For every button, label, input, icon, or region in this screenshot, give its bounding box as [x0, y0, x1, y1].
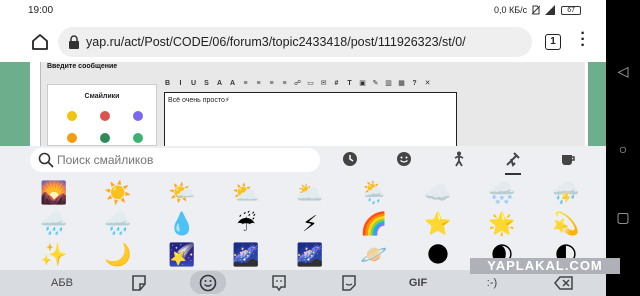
emoji-key[interactable]: 🌌 — [292, 240, 328, 270]
objects-cup-icon[interactable] — [560, 151, 576, 167]
emoji-key[interactable]: 🌧️ — [100, 209, 136, 239]
editor-toolbar-button[interactable]: ✉ — [317, 79, 330, 87]
emoji-grid: 🌄 ☀️ 🌤️ ⛅ 🌥️ 🌦️ ☁️ 🌨️ ⛈️ 🌧️ 🌧️ 💧 ☔ ⚡ 🌈 ⭐ 🌟 💫 ✨ 🌙 🌠 🌌 🌌 🪐 🌑 🌒 🌓 — [36, 178, 602, 270]
backspace-icon[interactable] — [554, 274, 574, 292]
editor-toolbar-button[interactable]: S — [200, 80, 213, 87]
message-textarea[interactable]: Всё очень просто⚡ — [164, 92, 457, 146]
editor-toolbar-button[interactable]: ≡ — [239, 80, 252, 87]
editor-toolbar-button[interactable]: ▥ — [382, 79, 395, 87]
emoji-key[interactable]: ☔ — [228, 209, 264, 239]
emoji-key[interactable]: 🌦️ — [356, 178, 392, 208]
post-form: Введите сообщение Смайлики B I U S A A ≡ ≡ ≡ ≡ ☍ ▭ ✉… — [40, 62, 585, 146]
emoji-key[interactable]: 🌥️ — [292, 178, 328, 208]
emoji-key[interactable]: 🌧️ — [36, 209, 72, 239]
emoji-search-input[interactable] — [57, 153, 307, 167]
emoji-search-field[interactable] — [30, 148, 320, 172]
editor-toolbar-button[interactable]: # — [330, 80, 343, 87]
tab-switcher-button[interactable]: 1 — [545, 34, 561, 50]
active-category-indicator — [505, 173, 521, 175]
emoji-key[interactable]: 💧 — [164, 209, 200, 239]
bitmoji-icon[interactable] — [270, 274, 288, 292]
sticker-face-icon[interactable] — [340, 274, 358, 292]
editor-toolbar-button[interactable]: A — [226, 80, 239, 87]
editor-toolbar-button[interactable]: ▭ — [304, 79, 317, 87]
status-icons: 0,0 КБ/с 67 — [494, 5, 582, 15]
editor-toolbar-button[interactable]: ✎ — [369, 79, 382, 87]
emoji-key[interactable]: ⛈️ — [548, 178, 584, 208]
editor-toolbar-button[interactable]: ▣ — [356, 79, 369, 87]
editor-toolbar-button[interactable]: ✕ — [421, 79, 434, 87]
editor-toolbar-button[interactable]: T — [343, 80, 356, 87]
emoji-key[interactable]: 🌟 — [484, 209, 520, 239]
emoji-key[interactable]: ⭐ — [420, 209, 456, 239]
web-page: Введите сообщение Смайлики B I U S A A ≡ ≡ ≡ ≡ ☍ ▭ ✉… — [0, 62, 606, 146]
editor-toolbar-button[interactable]: ≡ — [265, 80, 278, 87]
home-nav-icon[interactable]: ○ — [614, 140, 632, 158]
emoji-key[interactable]: 🌈 — [356, 209, 392, 239]
smiley-icon[interactable] — [133, 133, 143, 143]
smiley-icon[interactable] — [133, 111, 143, 121]
lock-icon[interactable] — [68, 35, 80, 49]
smiley-icon[interactable] — [100, 133, 110, 143]
watermark: YAPLAKAL.COM — [470, 258, 620, 274]
back-nav-icon[interactable]: ◁ — [614, 62, 632, 80]
no-sim-icon — [532, 5, 541, 15]
travel-places-icon[interactable] — [505, 151, 521, 167]
emoticon-button[interactable]: :-) — [472, 274, 512, 292]
network-speed: 0,0 КБ/с — [494, 5, 528, 15]
editor-toolbar-button[interactable]: U — [187, 80, 200, 87]
smiley-face-icon[interactable] — [396, 151, 412, 167]
phone-screen: 19:00 0,0 КБ/с 67 yap.ru/act/Post/CODE/0… — [0, 0, 606, 296]
emoji-key[interactable]: 🌤️ — [164, 178, 200, 208]
editor-toolbar-button[interactable]: ≡ — [252, 80, 265, 87]
sticker-icon[interactable] — [130, 274, 148, 292]
emoji-key[interactable]: ☀️ — [100, 178, 136, 208]
editor-toolbar: B I U S A A ≡ ≡ ≡ ≡ ☍ ▭ ✉ # T ▣ ✎ ▥ ▦? ✕ — [161, 79, 461, 91]
smiley-panel-heading: Смайлики — [84, 93, 120, 100]
browser-menu-icon[interactable]: · · · — [578, 26, 588, 54]
emoji-key[interactable]: 🌑 — [420, 240, 456, 270]
form-title: Введите сообщение — [47, 63, 118, 70]
url-text[interactable]: yap.ru/act/Post/CODE/06/forum3/topic2433… — [86, 35, 466, 49]
emoji-tab-icon[interactable] — [199, 274, 217, 292]
abc-keyboard-button[interactable]: АБВ — [42, 274, 82, 292]
emoji-key[interactable]: 🌨️ — [484, 178, 520, 208]
editor-toolbar-button[interactable]: A — [213, 80, 226, 87]
status-bar: 19:00 0,0 КБ/с 67 — [0, 0, 606, 22]
emoji-key[interactable]: ☁️ — [420, 178, 456, 208]
emoji-key[interactable]: 🌙 — [100, 240, 136, 270]
home-icon[interactable] — [30, 32, 50, 52]
search-icon — [38, 152, 54, 168]
recent-clock-icon[interactable] — [342, 151, 358, 167]
editor-toolbar-button[interactable]: ▦ — [395, 79, 408, 87]
emoji-key[interactable]: 🌌 — [228, 240, 264, 270]
editor-toolbar-button[interactable]: ☍ — [291, 79, 304, 87]
page-side-border — [0, 62, 30, 146]
smiley-icon[interactable] — [67, 111, 77, 121]
signal-icon — [545, 5, 556, 15]
emoji-key[interactable]: ⛅ — [228, 178, 264, 208]
page-side-border-right — [588, 62, 606, 146]
emoji-key[interactable]: ⚡ — [292, 209, 328, 239]
battery-icon: 67 — [561, 5, 582, 15]
smiley-panel: Смайлики — [47, 84, 157, 146]
address-bar[interactable]: yap.ru/act/Post/CODE/06/forum3/topic2433… — [58, 27, 532, 57]
editor-toolbar-button[interactable]: B — [161, 80, 174, 87]
emoji-key[interactable]: 🌄 — [36, 178, 72, 208]
gif-button[interactable]: GIF — [398, 274, 438, 292]
emoji-key[interactable]: ✨ — [36, 240, 72, 270]
browser-toolbar: yap.ru/act/Post/CODE/06/forum3/topic2433… — [0, 22, 606, 62]
message-text[interactable]: Всё очень просто⚡ — [168, 96, 230, 104]
status-time: 19:00 — [28, 5, 54, 16]
smiley-icon[interactable] — [67, 133, 77, 143]
smiley-icon[interactable] — [100, 111, 110, 121]
editor-toolbar-button[interactable]: ≡ — [278, 80, 291, 87]
editor-toolbar-button[interactable]: I — [174, 80, 187, 87]
emoji-key[interactable]: 🌠 — [164, 240, 200, 270]
editor-toolbar-button[interactable]: ? — [408, 80, 421, 87]
emoji-key[interactable]: 💫 — [548, 209, 584, 239]
emoji-key[interactable]: 🪐 — [356, 240, 392, 270]
recents-nav-icon[interactable]: ▢ — [614, 208, 632, 226]
person-icon[interactable] — [451, 151, 467, 167]
